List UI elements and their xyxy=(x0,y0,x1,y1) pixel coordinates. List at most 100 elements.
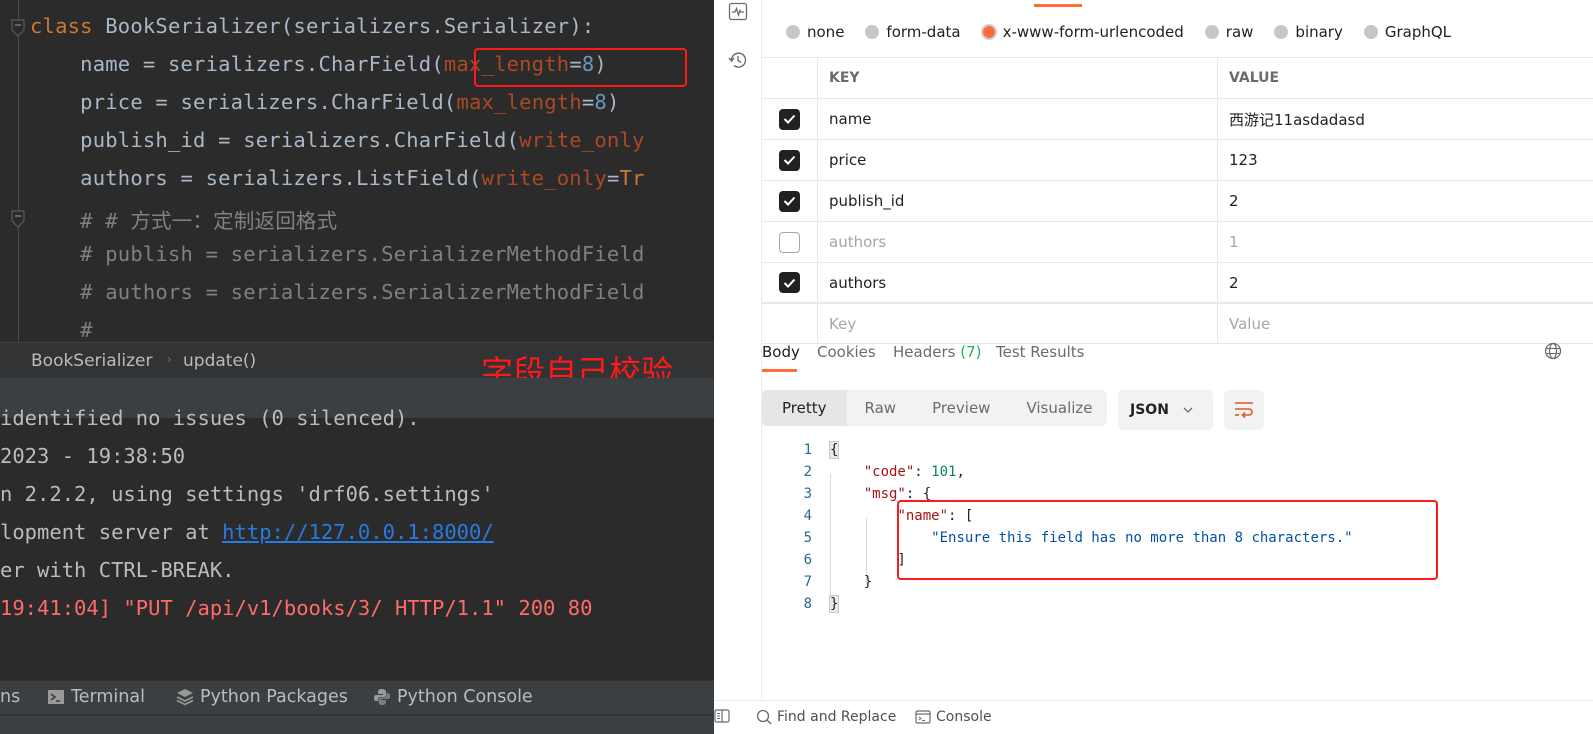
chevron-down-icon xyxy=(1183,407,1193,413)
code-token: = xyxy=(581,90,595,114)
json-line: } xyxy=(830,574,872,596)
line-number: 1 xyxy=(803,442,812,458)
code-line: publish_id = serializers.CharField(write… xyxy=(30,128,645,152)
view-mode-pretty[interactable]: Pretty xyxy=(762,390,847,426)
code-editor[interactable]: class BookSerializer(serializers.Seriali… xyxy=(0,0,714,342)
activity-icon[interactable] xyxy=(728,2,748,22)
code-token: # xyxy=(30,318,93,342)
table-row: price 123 xyxy=(762,139,1593,180)
row-checkbox[interactable] xyxy=(762,140,818,180)
value-input[interactable]: 1 xyxy=(1218,222,1593,262)
code-token: = xyxy=(606,166,620,190)
checkbox-checked[interactable] xyxy=(779,190,800,212)
body-type-form-data[interactable]: form-data xyxy=(865,23,961,41)
body-type-radio-group: none form-data x-www-form-urlencoded raw bin… xyxy=(786,20,1472,44)
json-token: : xyxy=(914,464,932,480)
body-type-binary[interactable]: binary xyxy=(1274,23,1343,41)
find-replace-button[interactable]: Find and Replace xyxy=(756,709,896,725)
tool-tab-python-packages[interactable]: Python Packages xyxy=(176,687,348,707)
code-token: class xyxy=(30,14,106,38)
wrap-lines-button[interactable] xyxy=(1224,390,1264,430)
json-token: , xyxy=(956,464,965,480)
body-type-graphql[interactable]: GraphQL xyxy=(1363,23,1451,41)
wrap-lines-icon xyxy=(1235,402,1253,419)
key-input[interactable]: authors xyxy=(818,222,1218,262)
tab-cookies[interactable]: Cookies xyxy=(817,343,876,361)
tool-tab-python-console[interactable]: Python Console xyxy=(373,687,533,707)
code-line: # xyxy=(30,318,93,342)
postman-panel: none form-data x-www-form-urlencoded raw bin… xyxy=(714,0,1593,734)
row-checkbox[interactable] xyxy=(762,222,818,262)
table-header: KEY VALUE xyxy=(762,57,1593,98)
breadcrumb-separator: › xyxy=(167,351,172,366)
radio-label: raw xyxy=(1225,23,1254,41)
code-line: class BookSerializer(serializers.Seriali… xyxy=(30,14,594,38)
fold-marker-icon[interactable] xyxy=(10,210,26,228)
fold-marker-icon[interactable] xyxy=(10,19,26,37)
tab-headers[interactable]: Headers (7) xyxy=(893,343,981,361)
format-select[interactable]: JSON xyxy=(1118,390,1213,430)
key-input[interactable]: authors xyxy=(818,263,1218,302)
checkbox-unchecked[interactable] xyxy=(779,231,800,253)
console-text: lopment server at xyxy=(0,520,223,544)
body-type-x-www-form-urlencoded[interactable]: x-www-form-urlencoded xyxy=(982,23,1184,41)
value-input[interactable]: 西游记11asdadasd xyxy=(1218,99,1593,139)
layers-icon xyxy=(176,689,194,706)
view-mode-preview[interactable]: Preview xyxy=(914,390,1008,426)
code-token: write_only xyxy=(519,128,645,152)
radio-label: x-www-form-urlencoded xyxy=(1002,23,1184,41)
value-input[interactable]: 2 xyxy=(1218,263,1593,302)
code-line: # authors = serializers.SerializerMethod… xyxy=(30,280,645,304)
toggle-sidebar-button[interactable] xyxy=(714,709,730,723)
radio-label: form-data xyxy=(886,23,961,41)
value-input[interactable]: 2 xyxy=(1218,181,1593,221)
json-token: } xyxy=(830,574,873,590)
row-checkbox[interactable] xyxy=(762,181,818,221)
ide-panel: class BookSerializer(serializers.Seriali… xyxy=(0,0,714,734)
history-icon[interactable] xyxy=(728,50,748,70)
check-icon xyxy=(783,155,796,165)
json-line: ] xyxy=(830,552,906,574)
table-row: name 西游记11asdadasd xyxy=(762,98,1593,139)
line-number: 8 xyxy=(803,596,812,612)
json-token: ] xyxy=(830,552,906,568)
check-icon xyxy=(783,114,796,124)
tab-test-results[interactable]: Test Results xyxy=(996,343,1084,361)
view-mode-visualize[interactable]: Visualize xyxy=(1008,390,1110,426)
find-replace-label: Find and Replace xyxy=(777,709,897,725)
console-line: 19:41:04] "PUT /api/v1/books/3/ HTTP/1.1… xyxy=(0,596,593,620)
code-token: # publish = serializers.SerializerMethod… xyxy=(30,242,645,266)
headers-count-badge: (7) xyxy=(960,343,982,361)
row-checkbox[interactable] xyxy=(762,99,818,139)
tool-tab-terminal[interactable]: Terminal xyxy=(47,687,145,707)
row-checkbox[interactable] xyxy=(762,263,818,302)
tool-tab-partial[interactable]: ns xyxy=(0,687,20,707)
view-mode-raw[interactable]: Raw xyxy=(847,390,915,426)
value-input[interactable]: 123 xyxy=(1218,140,1593,180)
active-tab-underline xyxy=(762,369,797,372)
code-token: Tr xyxy=(619,166,645,190)
key-input[interactable]: publish_id xyxy=(818,181,1218,221)
console-button[interactable]: Console xyxy=(915,709,992,725)
body-type-none[interactable]: none xyxy=(786,23,844,41)
tab-body[interactable]: Body xyxy=(762,343,800,361)
console-line: identified no issues (0 silenced). xyxy=(0,406,420,430)
annotation-highlight-box xyxy=(474,48,687,87)
code-token: max_length xyxy=(456,90,582,114)
checkbox-checked[interactable] xyxy=(779,272,800,293)
format-select-value: JSON xyxy=(1130,402,1169,418)
key-input[interactable]: price xyxy=(818,140,1218,180)
checkbox-checked[interactable] xyxy=(779,149,800,171)
body-type-raw[interactable]: raw xyxy=(1204,23,1254,41)
key-input[interactable]: name xyxy=(818,99,1218,139)
checkbox-checked[interactable] xyxy=(779,108,800,130)
run-console[interactable]: identified no issues (0 silenced). 2023 -… xyxy=(0,406,714,680)
breadcrumb-method[interactable]: update() xyxy=(183,351,256,371)
code-token: price = serializers.CharField( xyxy=(30,90,457,114)
line-number: 6 xyxy=(803,552,812,568)
server-url-link[interactable]: http://127.0.0.1:8000/ xyxy=(222,520,494,544)
globe-icon[interactable] xyxy=(1544,342,1562,360)
tool-tab-label: Python Console xyxy=(397,687,533,707)
breadcrumb-class[interactable]: BookSerializer xyxy=(31,351,153,371)
